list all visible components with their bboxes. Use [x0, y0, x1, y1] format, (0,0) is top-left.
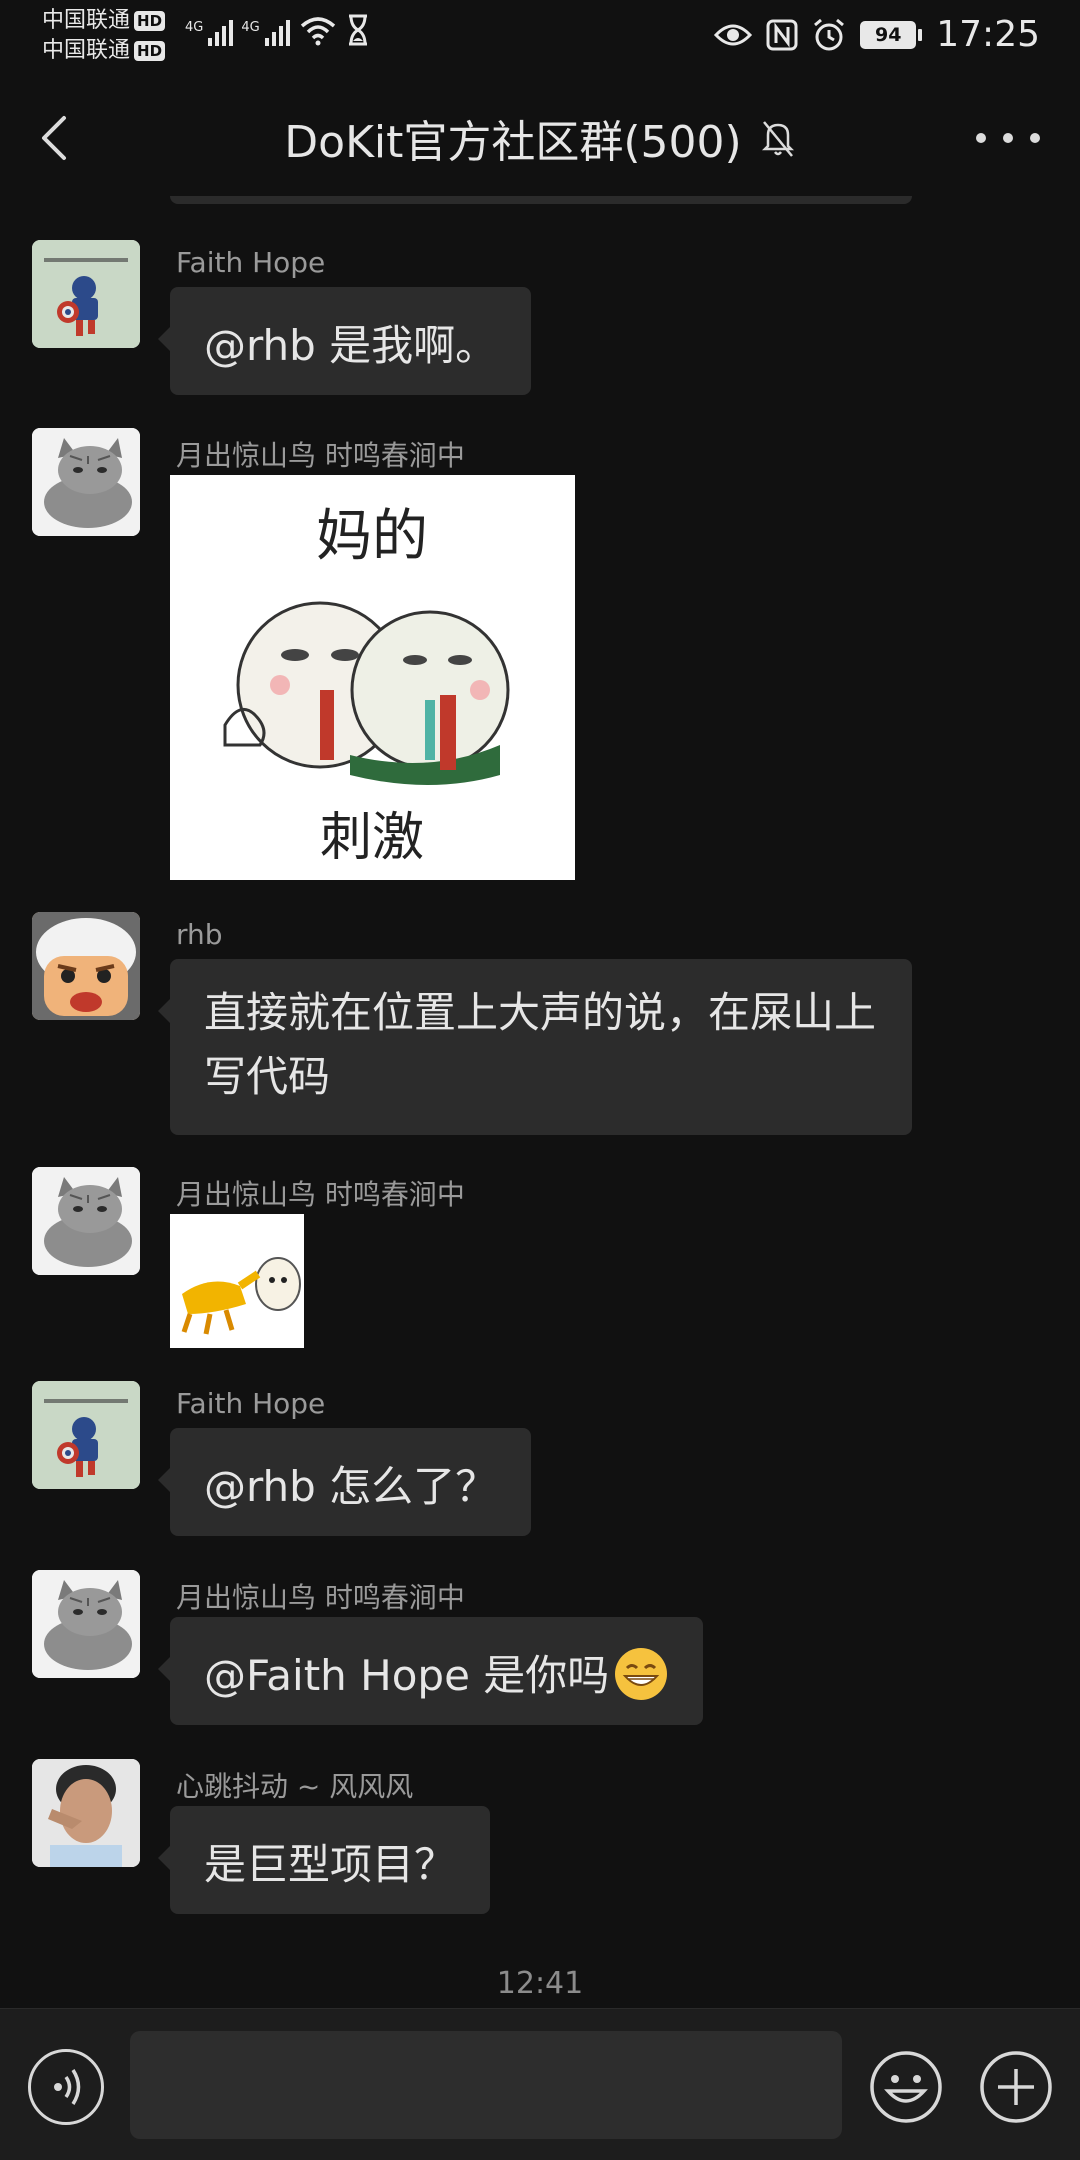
avatar-cat[interactable] — [32, 1570, 140, 1678]
message-text: 是巨型项目？ — [204, 1840, 457, 1889]
alarm-icon — [814, 18, 845, 50]
more-icon — [976, 133, 986, 143]
status-right: 94 17:25 — [714, 14, 1040, 55]
message-text: @rhb 是我啊。 — [204, 321, 498, 370]
sender-name: Faith Hope — [176, 246, 326, 279]
carrier-info: 中国联通 HD 中国联通 HD — [42, 6, 166, 66]
rhb-avatar-icon — [32, 912, 140, 1020]
svg-text:妈的: 妈的 — [316, 504, 428, 569]
sender-name: 月出惊山鸟 时鸣春涧中 — [176, 1581, 465, 1614]
voice-input-button[interactable] — [28, 2049, 104, 2125]
hourglass-icon — [348, 14, 367, 46]
sticker-image[interactable] — [170, 1214, 304, 1348]
signal-icon: 4G — [185, 20, 234, 46]
captain-avatar-icon — [32, 1381, 140, 1489]
chat-header: DoKit官方社区群(500) — [0, 96, 1080, 180]
more-actions-button[interactable] — [978, 2049, 1054, 2125]
cat-avatar-icon — [32, 428, 140, 536]
sender-name: rhb — [176, 918, 223, 951]
grin-emoji-icon — [615, 1648, 668, 1700]
sender-name: Faith Hope — [176, 1387, 326, 1420]
title-wrap: DoKit官方社区群(500) — [0, 96, 1080, 180]
cat-avatar-icon — [32, 1167, 140, 1275]
avatar-cat[interactable] — [32, 428, 140, 536]
chevron-left-icon — [42, 116, 66, 160]
hd-badge: HD — [134, 41, 166, 61]
carrier-1: 中国联通 — [42, 8, 131, 33]
more-options-button[interactable] — [976, 114, 1040, 162]
message-text: 直接就在位置上大声的说，在屎山上写代码 — [204, 988, 877, 1101]
nfc-icon — [766, 19, 798, 50]
message-input[interactable] — [130, 2031, 842, 2139]
plus-icon — [980, 2051, 1052, 2123]
wifi-icon — [300, 17, 335, 46]
avatar-heartbeat[interactable] — [32, 1759, 140, 1867]
voice-icon — [54, 2069, 81, 2105]
cat-avatar-icon — [32, 1570, 140, 1678]
captain-avatar-icon — [32, 240, 140, 348]
sender-name: 月出惊山鸟 时鸣春涧中 — [176, 439, 465, 472]
eye-icon — [714, 24, 753, 45]
status-bar: 中国联通 HD 中国联通 HD 4G 4G 94 17:25 — [0, 0, 1080, 74]
message-text: @Faith Hope 是你吗 — [204, 1651, 610, 1700]
message-text: @rhb 怎么了？ — [204, 1462, 498, 1511]
avatar-faith-hope[interactable] — [32, 1381, 140, 1489]
sender-name: 心跳抖动 ~ 风风风 — [176, 1770, 414, 1803]
avatar-rhb[interactable] — [32, 912, 140, 1020]
clock: 17:25 — [936, 14, 1040, 55]
avatar-faith-hope[interactable] — [32, 240, 140, 348]
svg-text:刺激: 刺激 — [320, 808, 424, 868]
signal-indicators: 4G 4G — [185, 14, 370, 46]
message-bubble[interactable]: @rhb 怎么了？ — [157, 1428, 532, 1536]
signal-icon: 4G — [241, 20, 290, 46]
message-timestamp: 12:41 — [496, 1966, 584, 2001]
message-bubble[interactable]: 直接就在位置上大声的说，在屎山上写代码 — [158, 959, 912, 1135]
battery-indicator: 94 — [860, 20, 923, 49]
battery-level: 94 — [860, 20, 917, 49]
carrier-2: 中国联通 — [42, 38, 131, 63]
person-avatar-icon — [32, 1759, 140, 1867]
sender-name: 月出惊山鸟 时鸣春涧中 — [176, 1178, 465, 1211]
emoji-button[interactable] — [868, 2049, 944, 2125]
input-bar — [0, 2008, 1080, 2160]
sticker-image[interactable]: 妈的 刺激 — [170, 475, 575, 880]
hd-badge: HD — [134, 11, 166, 31]
meme-sticker: 妈的 刺激 — [170, 475, 575, 880]
message-bubble[interactable]: @Faith Hope 是你吗 — [157, 1617, 704, 1725]
chat-title[interactable]: DoKit官方社区群(500) — [284, 106, 741, 170]
mute-bell-icon — [761, 121, 794, 157]
message-bubble[interactable]: @rhb 是我啊。 — [157, 287, 532, 395]
back-button[interactable] — [30, 110, 86, 166]
message-bubble[interactable]: 是巨型项目？ — [157, 1806, 491, 1914]
running-sticker — [170, 1214, 304, 1348]
avatar-cat[interactable] — [32, 1167, 140, 1275]
previous-message-edge — [170, 196, 912, 204]
smiley-icon — [870, 2051, 942, 2123]
